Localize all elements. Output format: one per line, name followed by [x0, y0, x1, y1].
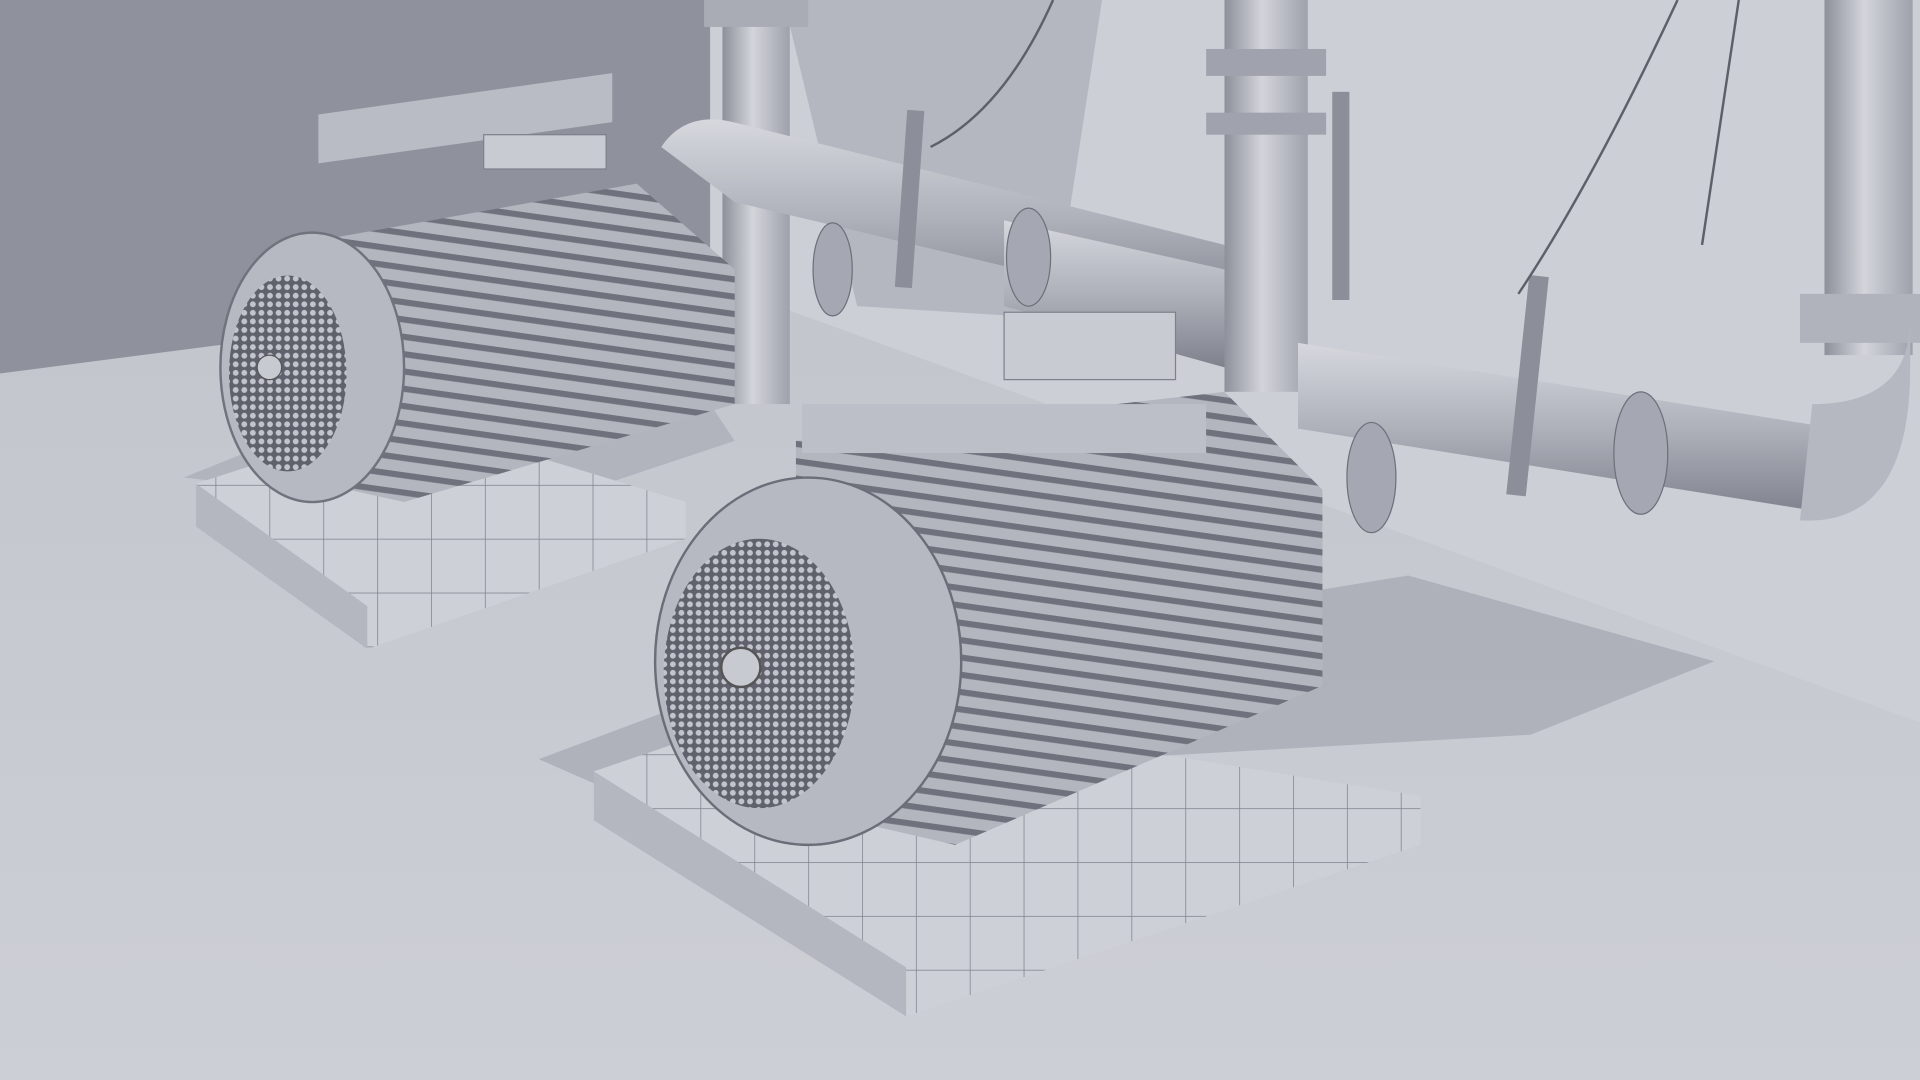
valve-handle-3 — [1332, 91, 1350, 300]
render-scene — [0, 0, 1920, 1080]
